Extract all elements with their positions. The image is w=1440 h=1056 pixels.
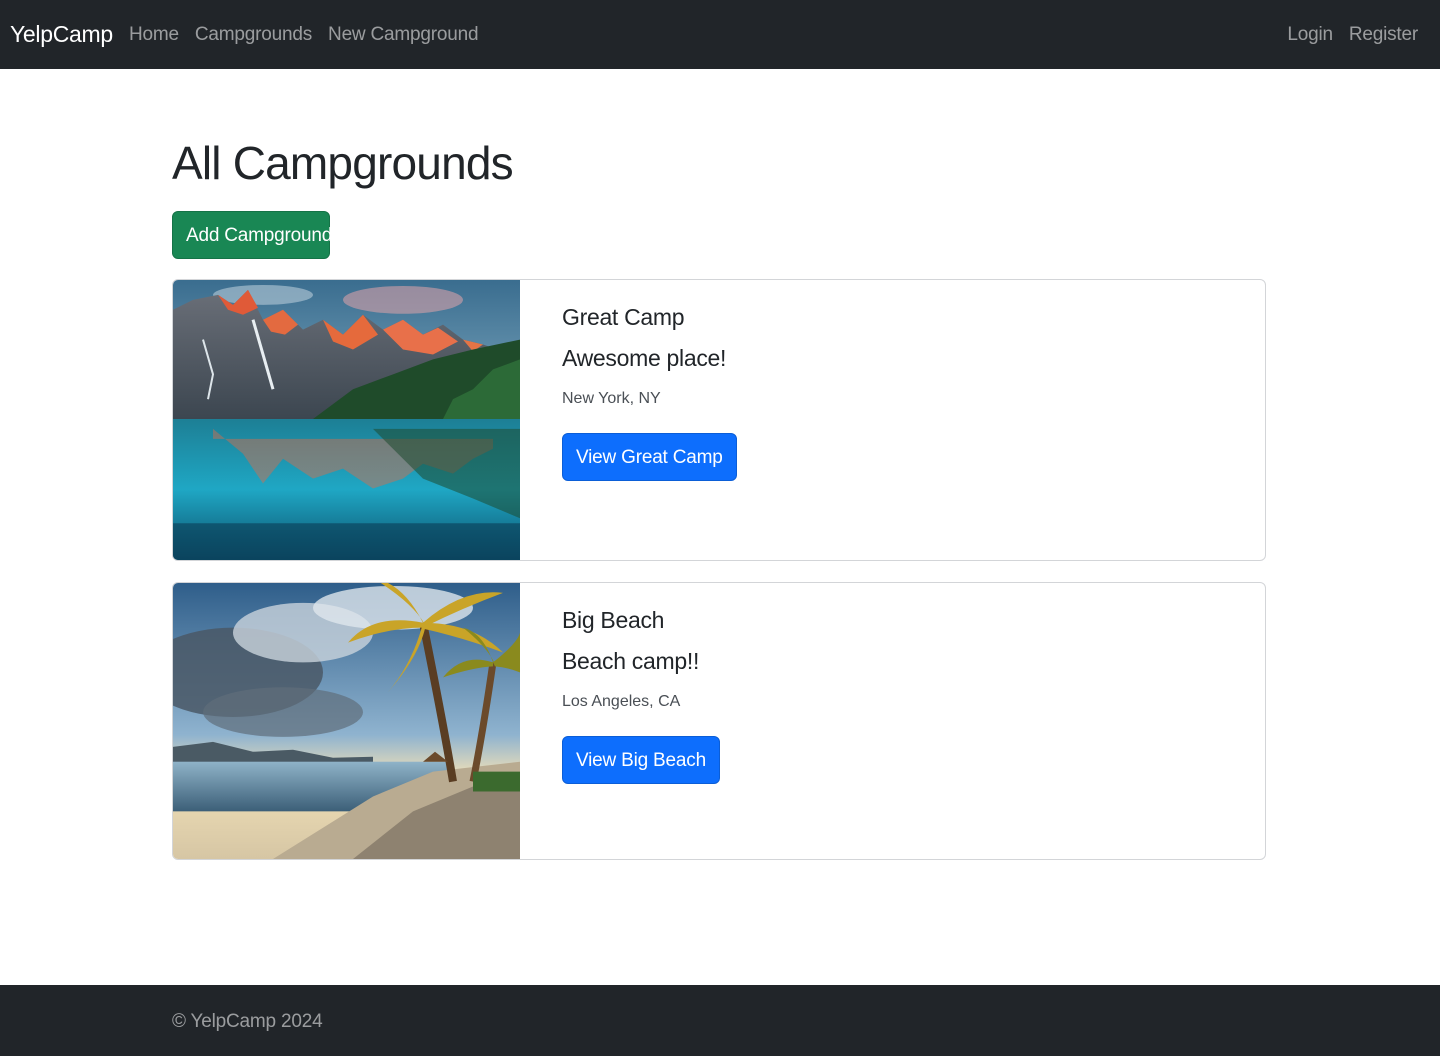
- view-campground-button[interactable]: View Big Beach: [562, 736, 720, 784]
- card-location: Los Angeles, CA: [562, 693, 681, 710]
- card-description: Awesome place!: [562, 345, 727, 371]
- footer: © YelpCamp 2024: [0, 985, 1440, 1056]
- nav-left-links: Home Campgrounds New Campground: [129, 22, 479, 47]
- nav-link-login[interactable]: Login: [1287, 22, 1333, 47]
- page-title: All Campgrounds: [172, 137, 514, 189]
- campground-card: Great Camp Awesome place! New York, NY V…: [172, 279, 1266, 561]
- brand-logo[interactable]: YelpCamp: [10, 19, 113, 50]
- nav-link-home[interactable]: Home: [129, 22, 179, 47]
- card-location: New York, NY: [562, 390, 661, 407]
- nav-link-register[interactable]: Register: [1349, 22, 1418, 47]
- nav-link-campgrounds[interactable]: Campgrounds: [195, 22, 312, 47]
- campground-card: Big Beach Beach camp!! Los Angeles, CA V…: [172, 582, 1266, 860]
- navbar: YelpCamp Home Campgrounds New Campground…: [0, 0, 1440, 69]
- add-campground-button[interactable]: Add Campground: [172, 211, 332, 259]
- card-title: Big Beach: [562, 607, 665, 633]
- view-campground-button[interactable]: View Great Camp: [562, 433, 737, 481]
- palm-beach-photo: [173, 583, 520, 859]
- footer-copyright: © YelpCamp 2024: [172, 1011, 323, 1032]
- palm-beach-image: [173, 583, 520, 859]
- card-description: Beach camp!!: [562, 648, 700, 674]
- card-title: Great Camp: [562, 304, 685, 330]
- mountain-lake-image: [173, 280, 520, 560]
- nav-link-new-campground[interactable]: New Campground: [328, 22, 479, 47]
- nav-right-links: Login Register: [1287, 22, 1418, 47]
- mountain-lake-photo: [173, 280, 520, 560]
